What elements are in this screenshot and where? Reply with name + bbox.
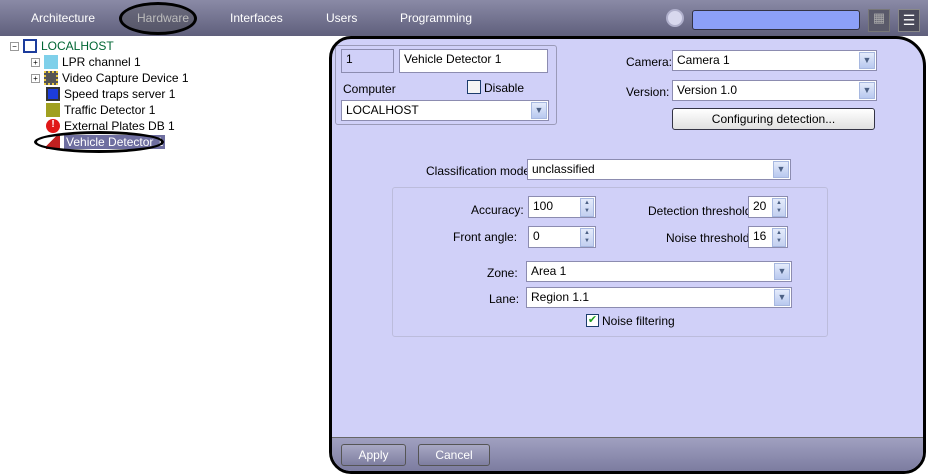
- name-field[interactable]: Vehicle Detector 1: [399, 49, 548, 73]
- classification-mode-select[interactable]: unclassified ▼: [527, 159, 791, 180]
- lpr-icon: [44, 55, 58, 69]
- cancel-button[interactable]: Cancel: [418, 444, 490, 466]
- zone-label: Zone:: [487, 266, 518, 280]
- detection-threshold-label: Detection threshold:: [648, 204, 755, 218]
- apply-button[interactable]: Apply: [341, 444, 406, 466]
- tab-interfaces[interactable]: Interfaces: [230, 11, 283, 25]
- camera-value: Camera 1: [677, 53, 730, 67]
- button-bar: Apply Cancel: [332, 437, 923, 471]
- chevron-down-icon[interactable]: ▼: [859, 82, 875, 99]
- detection-threshold-value: 20: [753, 199, 767, 213]
- collapse-icon[interactable]: −: [10, 41, 19, 51]
- tab-users[interactable]: Users: [326, 11, 357, 25]
- noise-threshold-stepper[interactable]: 16 ▲ ▼: [748, 226, 788, 248]
- expand-icon[interactable]: +: [31, 57, 40, 67]
- front-angle-label: Front angle:: [453, 230, 518, 244]
- noise-filtering-checkbox[interactable]: ✔: [586, 314, 599, 327]
- tab-programming[interactable]: Programming: [400, 11, 472, 25]
- computer-label: Computer: [343, 82, 396, 96]
- highlight-ellipse: [119, 2, 197, 35]
- tree-item-label: Speed traps server 1: [64, 87, 176, 101]
- alert-icon: !: [46, 119, 60, 133]
- camera-select[interactable]: Camera 1 ▼: [672, 50, 877, 71]
- zone-select[interactable]: Area 1 ▼: [526, 261, 792, 282]
- lane-select[interactable]: Region 1.1 ▼: [526, 287, 792, 308]
- settings-panel: 1 Vehicle Detector 1 Computer Disable LO…: [329, 36, 926, 474]
- spin-arrows-icon[interactable]: ▲ ▼: [772, 198, 786, 217]
- spin-arrows-icon[interactable]: ▲ ▼: [580, 228, 594, 247]
- accuracy-value: 100: [533, 199, 554, 213]
- computer-icon: [23, 39, 37, 53]
- menu-icon[interactable]: ☰: [898, 9, 920, 32]
- tree-item-speed-traps[interactable]: Speed traps server 1: [46, 86, 175, 102]
- noise-threshold-value: 16: [753, 229, 767, 243]
- accuracy-stepper[interactable]: 100 ▲ ▼: [528, 196, 596, 218]
- chevron-down-icon[interactable]: ▼: [774, 263, 790, 280]
- search-input[interactable]: [692, 10, 860, 30]
- classification-value: unclassified: [532, 162, 595, 176]
- chevron-down-icon[interactable]: ▼: [859, 52, 875, 69]
- tree-item-lpr[interactable]: + LPR channel 1: [31, 54, 141, 70]
- lane-value: Region 1.1: [531, 290, 590, 304]
- zone-value: Area 1: [531, 264, 567, 278]
- traffic-icon: [46, 103, 60, 117]
- computer-select[interactable]: LOCALHOST ▼: [341, 100, 549, 121]
- top-bar: Architecture Hardware Interfaces Users P…: [0, 0, 928, 36]
- tab-architecture[interactable]: Architecture: [31, 11, 95, 25]
- noise-threshold-label: Noise threshold:: [666, 231, 753, 245]
- tree-root-label: LOCALHOST: [41, 39, 114, 53]
- spin-arrows-icon[interactable]: ▲ ▼: [580, 198, 594, 217]
- hardware-tree: − LOCALHOST + LPR channel 1 + Video Capt…: [0, 36, 328, 476]
- computer-value: LOCALHOST: [346, 103, 419, 117]
- expand-icon[interactable]: +: [31, 73, 40, 83]
- disable-label: Disable: [484, 81, 525, 95]
- tree-root[interactable]: − LOCALHOST: [10, 38, 114, 54]
- id-field: 1: [341, 49, 394, 73]
- version-value: Version 1.0: [677, 83, 738, 97]
- disable-checkbox[interactable]: [467, 80, 481, 94]
- chip-icon: [44, 71, 58, 85]
- detection-threshold-stepper[interactable]: 20 ▲ ▼: [748, 196, 788, 218]
- version-label: Version:: [626, 85, 670, 99]
- computer-icon: [46, 87, 60, 101]
- configuring-detection-button[interactable]: Configuring detection...: [672, 108, 875, 130]
- front-angle-stepper[interactable]: 0 ▲ ▼: [528, 226, 596, 248]
- lane-label: Lane:: [489, 292, 520, 306]
- tree-item-traffic-detector[interactable]: Traffic Detector 1: [46, 102, 155, 118]
- classification-mode-label: Classification mode:: [426, 164, 534, 178]
- accuracy-label: Accuracy:: [471, 203, 524, 217]
- tree-item-video-capture[interactable]: + Video Capture Device 1: [31, 70, 189, 86]
- camera-label: Camera:: [626, 55, 673, 69]
- front-angle-value: 0: [533, 229, 540, 243]
- tree-item-label: LPR channel 1: [62, 55, 141, 69]
- noise-filtering-label: Noise filtering: [602, 314, 675, 328]
- chevron-down-icon[interactable]: ▼: [774, 289, 790, 306]
- spin-arrows-icon[interactable]: ▲ ▼: [772, 228, 786, 247]
- tree-item-label: Video Capture Device 1: [62, 71, 189, 85]
- tree-item-label: Traffic Detector 1: [64, 103, 156, 117]
- version-select[interactable]: Version 1.0 ▼: [672, 80, 877, 101]
- layout-icon[interactable]: ▦: [868, 9, 890, 32]
- chevron-down-icon[interactable]: ▼: [773, 161, 789, 178]
- highlight-ellipse: [34, 131, 164, 153]
- logo-icon: [666, 9, 684, 27]
- chevron-down-icon[interactable]: ▼: [531, 102, 547, 119]
